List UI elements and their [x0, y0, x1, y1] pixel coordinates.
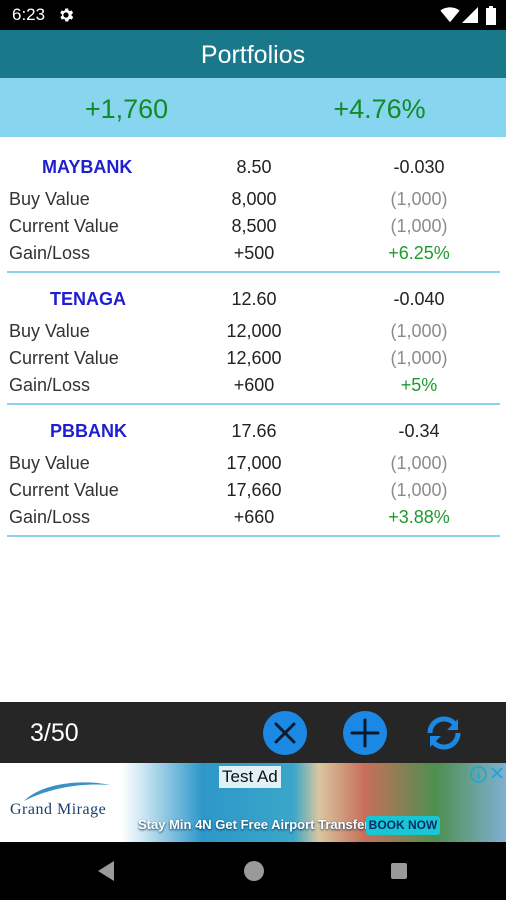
current-value: 8,500 — [231, 216, 277, 236]
stock-price: 8.50 — [236, 157, 272, 177]
ad-banner[interactable]: Grand Mirage Test Ad Stay Min 4N Get Fre… — [0, 763, 506, 842]
total-gain-percent: +4.76% — [333, 94, 426, 124]
status-bar: 6:23 — [0, 0, 506, 30]
buy-value: 12,000 — [226, 321, 282, 341]
gain-loss-row: Gain/Loss +660 +3.88% — [0, 504, 506, 531]
info-icon[interactable] — [470, 766, 487, 783]
portfolio-card-tenaga[interactable]: TENAGA 12.60 -0.040 Buy Value 12,000 (1,… — [0, 272, 506, 405]
portfolio-counter: 3/50 — [30, 719, 79, 747]
portfolio-summary: +1,760 +4.76% — [0, 78, 506, 137]
back-icon[interactable] — [96, 860, 116, 882]
current-value: 12,600 — [226, 348, 282, 368]
gain-loss-row: Gain/Loss +600 +5% — [0, 372, 506, 399]
buy-value-label: Buy Value — [9, 189, 90, 209]
ad-brand: Grand Mirage — [10, 801, 107, 818]
stock-change: -0.030 — [393, 157, 445, 177]
current-value-row: Current Value 17,660 (1,000) — [0, 477, 506, 504]
bottom-toolbar: 3/50 — [0, 702, 506, 763]
buy-value: 17,000 — [226, 453, 282, 473]
buy-quantity: (1,000) — [390, 321, 448, 341]
current-value-label: Current Value — [9, 216, 119, 236]
delete-button[interactable] — [262, 710, 308, 756]
portfolio-card-maybank[interactable]: MAYBANK 8.50 -0.030 Buy Value 8,000 (1,0… — [0, 140, 506, 273]
page-title: Portfolios — [200, 41, 306, 69]
gain-loss-percent: +5% — [400, 375, 438, 395]
buy-quantity: (1,000) — [390, 189, 448, 209]
gain-loss-label: Gain/Loss — [9, 243, 91, 263]
divider — [7, 535, 500, 537]
wifi-icon — [440, 7, 460, 23]
home-icon[interactable] — [242, 859, 266, 883]
buy-value: 8,000 — [231, 189, 277, 209]
gain-loss-row: Gain/Loss +500 +6.25% — [0, 240, 506, 267]
add-button[interactable] — [342, 710, 388, 756]
app-bar: Portfolios — [0, 30, 506, 78]
recents-icon[interactable] — [390, 862, 408, 880]
navigation-bar — [0, 842, 506, 900]
current-value: 17,660 — [226, 480, 282, 500]
gain-loss-value: +600 — [233, 375, 275, 395]
stock-change: -0.040 — [393, 289, 445, 309]
buy-quantity: (1,000) — [390, 453, 448, 473]
refresh-icon — [427, 716, 461, 750]
gain-loss-percent: +6.25% — [388, 243, 450, 263]
current-quantity: (1,000) — [390, 348, 448, 368]
signal-icon — [462, 7, 478, 23]
ad-label: Test Ad — [219, 766, 281, 788]
current-value-label: Current Value — [9, 348, 119, 368]
gain-loss-percent: +3.88% — [388, 507, 450, 527]
stock-price: 17.66 — [231, 421, 277, 441]
buy-value-label: Buy Value — [9, 453, 90, 473]
buy-value-label: Buy Value — [9, 321, 90, 341]
portfolio-card-pbbank[interactable]: PBBANK 17.66 -0.34 Buy Value 17,000 (1,0… — [0, 404, 506, 537]
stock-name: MAYBANK — [42, 157, 133, 177]
current-quantity: (1,000) — [390, 216, 448, 236]
gain-loss-label: Gain/Loss — [9, 375, 91, 395]
total-gain: +1,760 — [84, 94, 169, 124]
buy-value-row: Buy Value 17,000 (1,000) — [0, 450, 506, 477]
current-value-row: Current Value 8,500 (1,000) — [0, 213, 506, 240]
stock-change: -0.34 — [398, 421, 440, 441]
current-value-row: Current Value 12,600 (1,000) — [0, 345, 506, 372]
buy-value-row: Buy Value 12,000 (1,000) — [0, 318, 506, 345]
brand-logo — [24, 782, 110, 801]
gain-loss-value: +660 — [233, 507, 275, 527]
current-value-label: Current Value — [9, 480, 119, 500]
status-time: 6:23 — [12, 5, 46, 24]
refresh-button[interactable] — [421, 710, 467, 756]
book-now-button[interactable]: BOOK NOW — [366, 816, 440, 835]
gear-icon — [60, 8, 74, 22]
stock-name: TENAGA — [50, 289, 126, 309]
close-icon[interactable] — [490, 766, 504, 780]
stock-header-row: PBBANK 17.66 -0.34 — [0, 418, 506, 445]
current-quantity: (1,000) — [390, 480, 448, 500]
stock-price: 12.60 — [231, 289, 277, 309]
gain-loss-label: Gain/Loss — [9, 507, 91, 527]
battery-icon — [486, 6, 496, 25]
gain-loss-value: +500 — [233, 243, 275, 263]
stock-header-row: MAYBANK 8.50 -0.030 — [0, 154, 506, 181]
buy-value-row: Buy Value 8,000 (1,000) — [0, 186, 506, 213]
ad-tagline: Stay Min 4N Get Free Airport Transfer — [138, 817, 370, 832]
stock-name: PBBANK — [50, 421, 128, 441]
stock-header-row: TENAGA 12.60 -0.040 — [0, 286, 506, 313]
